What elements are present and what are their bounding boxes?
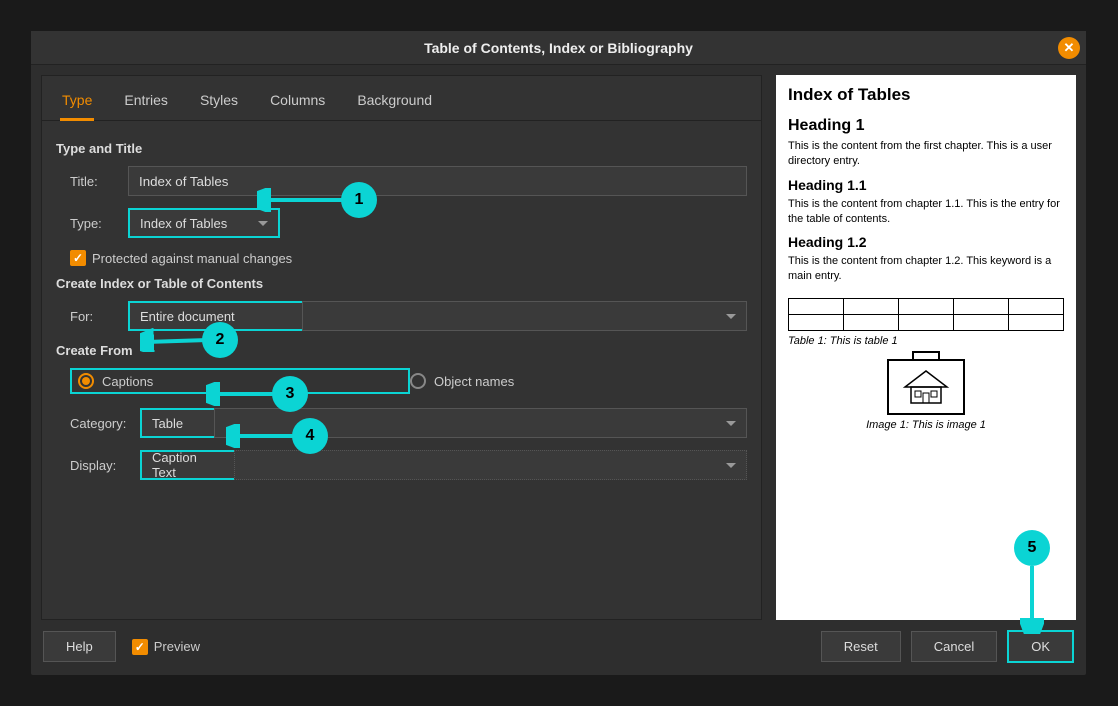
preview-h1: Heading 1 — [788, 117, 1064, 135]
for-label: For: — [56, 309, 128, 324]
object-names-radio[interactable] — [410, 373, 426, 389]
object-names-radio-row[interactable]: Object names — [410, 368, 514, 394]
for-select-rest[interactable] — [302, 301, 747, 331]
preview-label: Preview — [154, 639, 200, 654]
callout-5: 5 — [1014, 530, 1050, 566]
preview-table — [788, 298, 1064, 331]
preview-p12: This is the content from chapter 1.2. Th… — [788, 254, 1064, 284]
chevron-down-icon — [258, 221, 268, 226]
category-label: Category: — [56, 416, 140, 431]
captions-radio[interactable] — [78, 373, 94, 389]
preview-image-frame — [887, 359, 965, 415]
category-select-highlighted[interactable]: Table — [140, 408, 216, 438]
preview-h11: Heading 1.1 — [788, 177, 1064, 193]
display-row: Display: Caption Text — [56, 450, 747, 480]
chevron-down-icon — [726, 421, 736, 426]
type-value: Index of Tables — [140, 216, 227, 231]
protected-checkbox[interactable]: ✓ — [70, 250, 86, 266]
titlebar: Table of Contents, Index or Bibliography… — [31, 31, 1086, 65]
preview-p1: This is the content from the first chapt… — [788, 139, 1064, 169]
type-label: Type: — [56, 216, 128, 231]
close-button[interactable]: ✕ — [1058, 37, 1080, 59]
display-label: Display: — [56, 458, 140, 473]
tab-columns[interactable]: Columns — [268, 86, 327, 120]
callout-4: 4 — [292, 418, 328, 454]
tab-type[interactable]: Type — [60, 86, 94, 121]
title-label: Title: — [56, 174, 128, 189]
for-row: For: Entire document — [56, 301, 747, 331]
object-names-label: Object names — [434, 374, 514, 389]
reset-button[interactable]: Reset — [821, 631, 901, 662]
image-caption: Image 1: This is image 1 — [788, 419, 1064, 431]
preview-p11: This is the content from chapter 1.1. Th… — [788, 197, 1064, 227]
tab-bar: Type Entries Styles Columns Background — [42, 76, 761, 121]
tab-entries[interactable]: Entries — [122, 86, 170, 120]
chevron-down-icon — [726, 314, 736, 319]
dialog-title: Table of Contents, Index or Bibliography — [424, 40, 693, 56]
category-row: Category: Table — [56, 408, 747, 438]
dialog: Table of Contents, Index or Bibliography… — [30, 30, 1087, 676]
display-value: Caption Text — [152, 450, 224, 480]
section-type-title: Type and Title — [56, 141, 747, 156]
preview-checkbox-row[interactable]: ✓ Preview — [126, 639, 200, 655]
tab-styles[interactable]: Styles — [198, 86, 240, 120]
protected-row[interactable]: ✓ Protected against manual changes — [56, 250, 747, 266]
protected-label: Protected against manual changes — [92, 251, 292, 266]
callout-3: 3 — [272, 376, 308, 412]
type-row: Type: Index of Tables — [56, 208, 747, 238]
title-row: Title: — [56, 166, 747, 196]
preview-h12: Heading 1.2 — [788, 234, 1064, 250]
cancel-button[interactable]: Cancel — [911, 631, 997, 662]
display-select-rest[interactable] — [234, 450, 747, 480]
tab-background[interactable]: Background — [355, 86, 434, 120]
ok-button[interactable]: OK — [1007, 630, 1074, 663]
type-select[interactable]: Index of Tables — [128, 208, 280, 238]
category-value: Table — [152, 416, 183, 431]
preview-title: Index of Tables — [788, 85, 1064, 105]
section-create-index: Create Index or Table of Contents — [56, 276, 747, 291]
house-icon — [901, 369, 951, 405]
display-select-highlighted[interactable]: Caption Text — [140, 450, 236, 480]
help-button[interactable]: Help — [43, 631, 116, 662]
callout-2: 2 — [202, 322, 238, 358]
preview-checkbox[interactable]: ✓ — [132, 639, 148, 655]
title-input[interactable] — [128, 166, 747, 196]
table-caption: Table 1: This is table 1 — [788, 335, 1064, 347]
form-body: Type and Title Title: Type: Index of Tab… — [42, 121, 761, 504]
footer: Help ✓ Preview Reset Cancel OK — [31, 620, 1086, 675]
radio-group: Captions Object names — [56, 368, 747, 394]
callout-1: 1 — [341, 182, 377, 218]
chevron-down-icon — [726, 463, 736, 468]
captions-label: Captions — [102, 374, 153, 389]
